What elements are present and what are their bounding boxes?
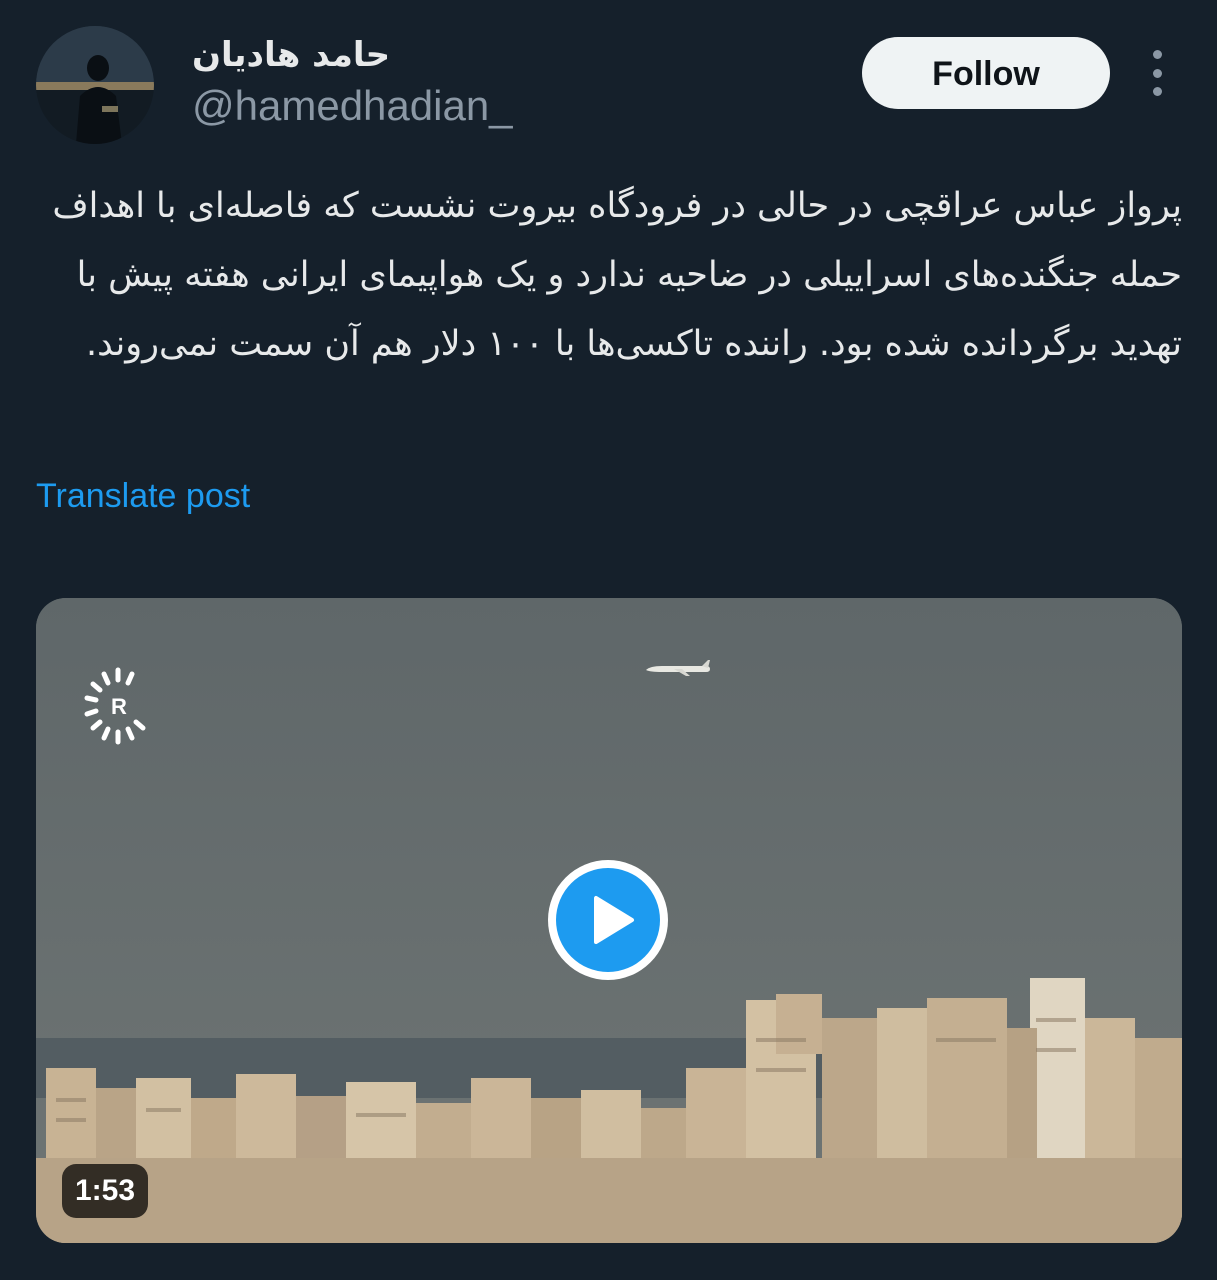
video-player[interactable]: R 1:53	[36, 598, 1182, 1243]
avatar[interactable]	[36, 26, 154, 144]
author-display-name[interactable]: حامد هادیان	[192, 34, 390, 76]
play-button[interactable]	[548, 860, 668, 980]
author-handle[interactable]: @hamedhadian_	[192, 82, 513, 130]
channel-logo: R	[82, 664, 154, 756]
more-dot	[1152, 68, 1162, 78]
video-duration: 1:53	[62, 1164, 148, 1218]
follow-button[interactable]: Follow	[862, 37, 1110, 109]
translate-post-link[interactable]: Translate post	[36, 474, 250, 518]
more-dot	[1152, 87, 1162, 96]
more-dot	[1152, 50, 1162, 59]
channel-logo-letter: R	[111, 694, 127, 719]
post-text: پرواز عباس عراقچی در حالی در فرودگاه بیر…	[52, 186, 1182, 364]
more-vertical-icon[interactable]	[1140, 50, 1174, 96]
play-icon	[556, 868, 660, 972]
